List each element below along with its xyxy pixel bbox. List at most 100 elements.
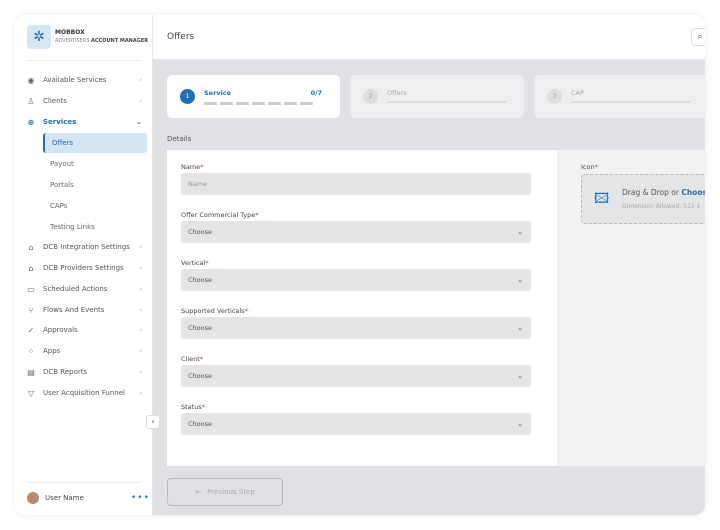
chevron-right-icon: › [139,76,142,84]
step-offers[interactable]: 2 Offers [350,75,524,118]
sidebar-item-label: User Acquisition Funnel [43,389,125,397]
sidebar-item-label: Services [43,118,77,126]
collapse-sidebar-button[interactable]: ‹ [146,415,160,429]
icon-dropzone[interactable]: 🖾 Drag & Drop or Choose Dimension Allowe… [581,174,705,224]
nav-icon: ⊕ [27,117,35,127]
page-title: Offers [167,32,195,42]
chevron-down-icon: ⌄ [517,372,523,380]
nav-icon: ⌂ [28,242,34,252]
chevron-down-icon: ⌄ [136,118,142,126]
nav-icon: ✓ [27,325,35,335]
divider [27,60,141,61]
nav-icon: ▽ [27,388,35,398]
sidebar-item-dcb-reports[interactable]: ▤ DCB Reports › [15,363,153,381]
step-label: CAP [571,89,584,97]
user-name: User Name [45,494,84,502]
chevron-right-icon: › [139,326,142,334]
logo-icon: ✲ [27,25,51,49]
step-number: 2 [363,89,378,104]
icon-label: Icon* [581,163,598,171]
sidebar-item-label: Apps [43,347,61,355]
status-select[interactable]: Choose ⌄ [181,413,531,435]
chevron-right-icon: › [139,264,142,272]
details-form: Name* Name Offer Commercial Type* Choose ⌄ Ve… [167,150,557,466]
image-upload-icon: 🖾 [594,191,610,207]
step-cap[interactable]: 3 CAP [534,75,705,118]
sidebar: ✲ MOBBOX ADVERTISERS ACCOUNT MANAGER ◉ Av… [15,15,160,515]
sidebar-item-dcb-integration-settings[interactable]: ⌂ DCB Integration Settings › [15,238,153,256]
sidebar-item-user-acquisition-funnel[interactable]: ▽ User Acquisition Funnel › [15,384,153,402]
sidebar-item-label: Available Services [43,76,107,84]
sidebar-item-label: Flows And Events [43,306,105,314]
divider [27,482,141,483]
chevron-down-icon: ⌄ [517,420,523,428]
chevron-down-icon: ⌄ [517,228,523,236]
nav-icon: ▭ [27,284,35,294]
sidebar-subitem-testing-links[interactable]: Testing Links [43,217,147,237]
sidebar-subitem-payout[interactable]: Payout [43,154,147,174]
user-profile[interactable]: User Name [27,492,84,504]
sidebar-item-available-services[interactable]: ◉ Available Services › [15,71,153,89]
dropzone-text: Drag & Drop or Choose [622,188,705,197]
brand-subtitle: ADVERTISERS ACCOUNT MANAGER [55,38,149,44]
step-progress [571,101,690,103]
more-options-icon[interactable]: ••• [131,493,150,503]
name-input[interactable]: Name [181,173,531,195]
step-label: Service [204,89,232,97]
chevron-down-icon: ⌄ [517,276,523,284]
sidebar-item-label: DCB Reports [43,368,88,376]
nav-icon: ▤ [27,367,35,377]
chevron-right-icon: › [139,389,142,397]
arrow-left-icon: ← [195,488,202,496]
sidebar-item-label: DCB Providers Settings [43,264,124,272]
field-label: Client* [181,355,204,363]
chevron-right-icon: › [139,306,142,314]
nav-icon: ⁘ [27,346,35,356]
step-service[interactable]: 1 Service 0/7 [167,75,340,118]
search-button[interactable]: ⌕ [691,28,705,46]
sidebar-item-apps[interactable]: ⁘ Apps › [15,342,153,360]
nav-icon: ♙ [27,96,35,106]
step-number: 1 [180,89,195,104]
client-select[interactable]: Choose ⌄ [181,365,531,387]
sidebar-item-dcb-providers-settings[interactable]: ⌂ DCB Providers Settings › [15,259,153,277]
chevron-right-icon: › [139,347,142,355]
chevron-right-icon: › [139,368,142,376]
step-label: Offers [387,89,407,97]
sidebar-item-scheduled-actions[interactable]: ▭ Scheduled Actions › [15,280,153,298]
field-label: Name* [181,163,204,171]
field-label: Status* [181,403,205,411]
avatar [27,492,39,504]
sidebar-item-services[interactable]: ⊕ Services ⌄ [15,113,153,131]
step-progress [204,102,313,105]
supported-verticals-select[interactable]: Choose ⌄ [181,317,531,339]
step-number: 3 [547,89,562,104]
offer-commercial-type-select[interactable]: Choose ⌄ [181,221,531,243]
sidebar-subitem-offers[interactable]: Offers [43,133,147,153]
brand-name: MOBBOX [55,29,85,36]
sidebar-item-label: Scheduled Actions [43,285,108,293]
sidebar-subitem-portals[interactable]: Portals [43,175,147,195]
previous-step-label: Previous Step [207,488,255,496]
dimension-hint: Dimension Allowed: 512 x [622,203,701,210]
sidebar-item-flows-and-events[interactable]: ⑂ Flows And Events › [15,301,153,319]
step-count: 0/7 [310,89,322,97]
nav-icon: ⑂ [28,305,34,315]
previous-step-button[interactable]: ← Previous Step [167,478,283,506]
sidebar-item-label: DCB Integration Settings [43,243,130,251]
nav-icon: ⌂ [28,263,34,273]
vertical-select[interactable]: Choose ⌄ [181,269,531,291]
sidebar-item-label: Approvals [43,326,78,334]
section-title: Details [167,135,192,143]
icon-panel: Icon* 🖾 Drag & Drop or Choose Dimension … [557,150,705,466]
sidebar-item-approvals[interactable]: ✓ Approvals › [15,321,153,339]
choose-link[interactable]: Choose [681,188,705,197]
chevron-right-icon: › [139,285,142,293]
chevron-down-icon: ⌄ [517,324,523,332]
sidebar-subitem-caps[interactable]: CAPs [43,196,147,216]
chevron-right-icon: › [139,97,142,105]
field-label: Vertical* [181,259,209,267]
sidebar-item-clients[interactable]: ♙ Clients › [15,92,153,110]
step-progress [387,101,506,103]
header: Offers ⌕ [153,15,705,60]
